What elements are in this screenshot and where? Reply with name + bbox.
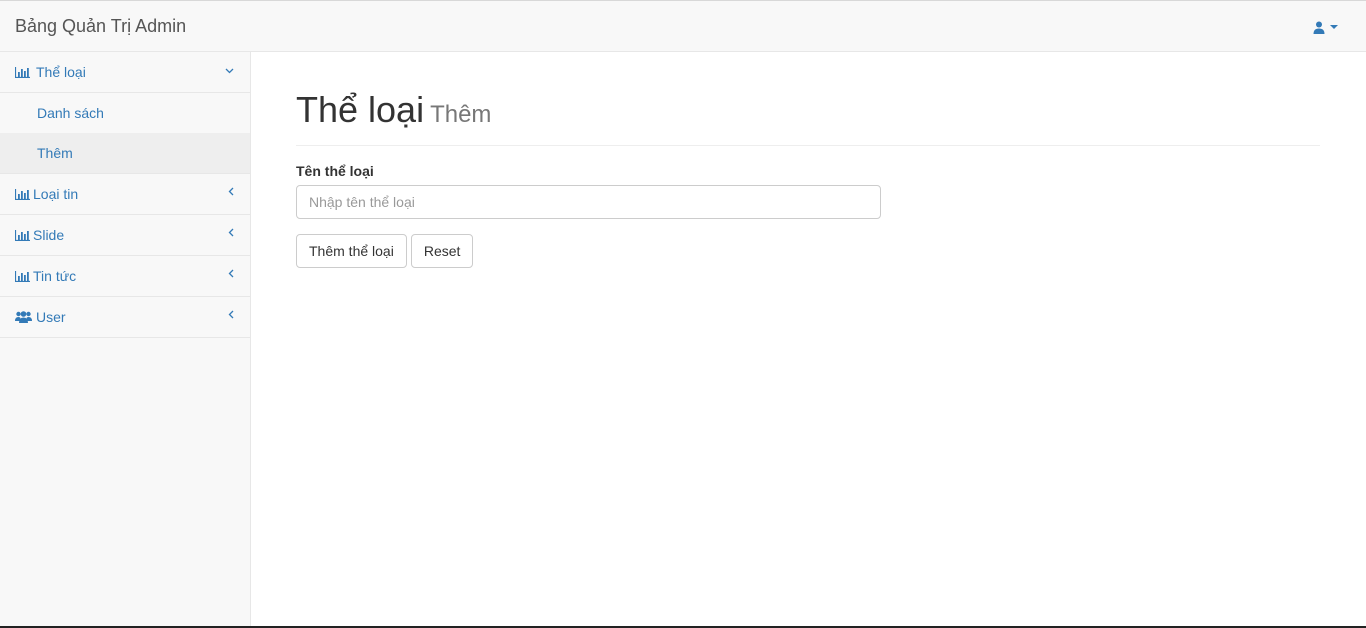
sidebar-item-tin-tuc[interactable]: Tin tức	[0, 256, 250, 297]
chevron-left-icon	[228, 187, 234, 196]
brand-title[interactable]: Bảng Quản Trị Admin	[15, 16, 186, 36]
page-title-text: Thể loại	[296, 89, 425, 130]
sidebar-item-user[interactable]: User	[0, 297, 250, 338]
sidebar-subitem-danh-sach[interactable]: Danh sách	[0, 93, 250, 133]
bar-chart-icon	[15, 229, 30, 241]
sidebar-item-label: Slide	[33, 227, 65, 243]
caret-down-icon	[1330, 25, 1338, 29]
sidebar-item-loai-tin[interactable]: Loại tin	[0, 174, 250, 215]
user-icon	[1313, 21, 1325, 34]
chevron-left-icon	[228, 310, 234, 319]
add-category-button[interactable]: Thêm thể loại	[296, 234, 407, 268]
submenu-the-loai: Danh sách Thêm	[0, 93, 250, 174]
user-dropdown[interactable]	[1313, 17, 1338, 37]
page-title: Thể loại Thêm	[296, 90, 1320, 135]
sidebar: Thể loại Danh sách Thêm Loại tin Slide T…	[0, 52, 251, 628]
category-name-input[interactable]	[296, 185, 881, 219]
sidebar-item-label: Loại tin	[33, 186, 79, 202]
main-content: Thể loạiThêm Tên thể loại Thêm thể loại …	[251, 52, 1366, 628]
bar-chart-icon	[15, 188, 30, 200]
page-header: Thể loại Thêm	[296, 90, 1320, 146]
sidebar-item-label: User	[36, 309, 66, 325]
form-actions: Thêm thể loại Reset	[296, 234, 881, 268]
page-subtitle: Thêm	[430, 101, 492, 128]
sidebar-item-label: Thể loại	[36, 64, 86, 80]
users-icon	[15, 311, 32, 323]
sidebar-subitem-them[interactable]: Thêm	[0, 133, 250, 173]
chevron-down-icon	[225, 68, 234, 74]
reset-button[interactable]: Reset	[410, 234, 474, 268]
add-category-form: Tên thể loại Thêm thể loại Reset	[296, 163, 881, 268]
sidebar-item-the-loai[interactable]: Thể loại	[0, 52, 250, 93]
bar-chart-icon	[15, 66, 30, 78]
chevron-left-icon	[228, 228, 234, 237]
sidebar-item-label: Tin tức	[33, 268, 77, 284]
top-navbar: Bảng Quản Trị Admin	[0, 1, 1366, 52]
sidebar-item-slide[interactable]: Slide	[0, 215, 250, 256]
bar-chart-icon	[15, 270, 30, 282]
chevron-left-icon	[228, 269, 234, 278]
category-name-label: Tên thể loại	[296, 163, 374, 179]
